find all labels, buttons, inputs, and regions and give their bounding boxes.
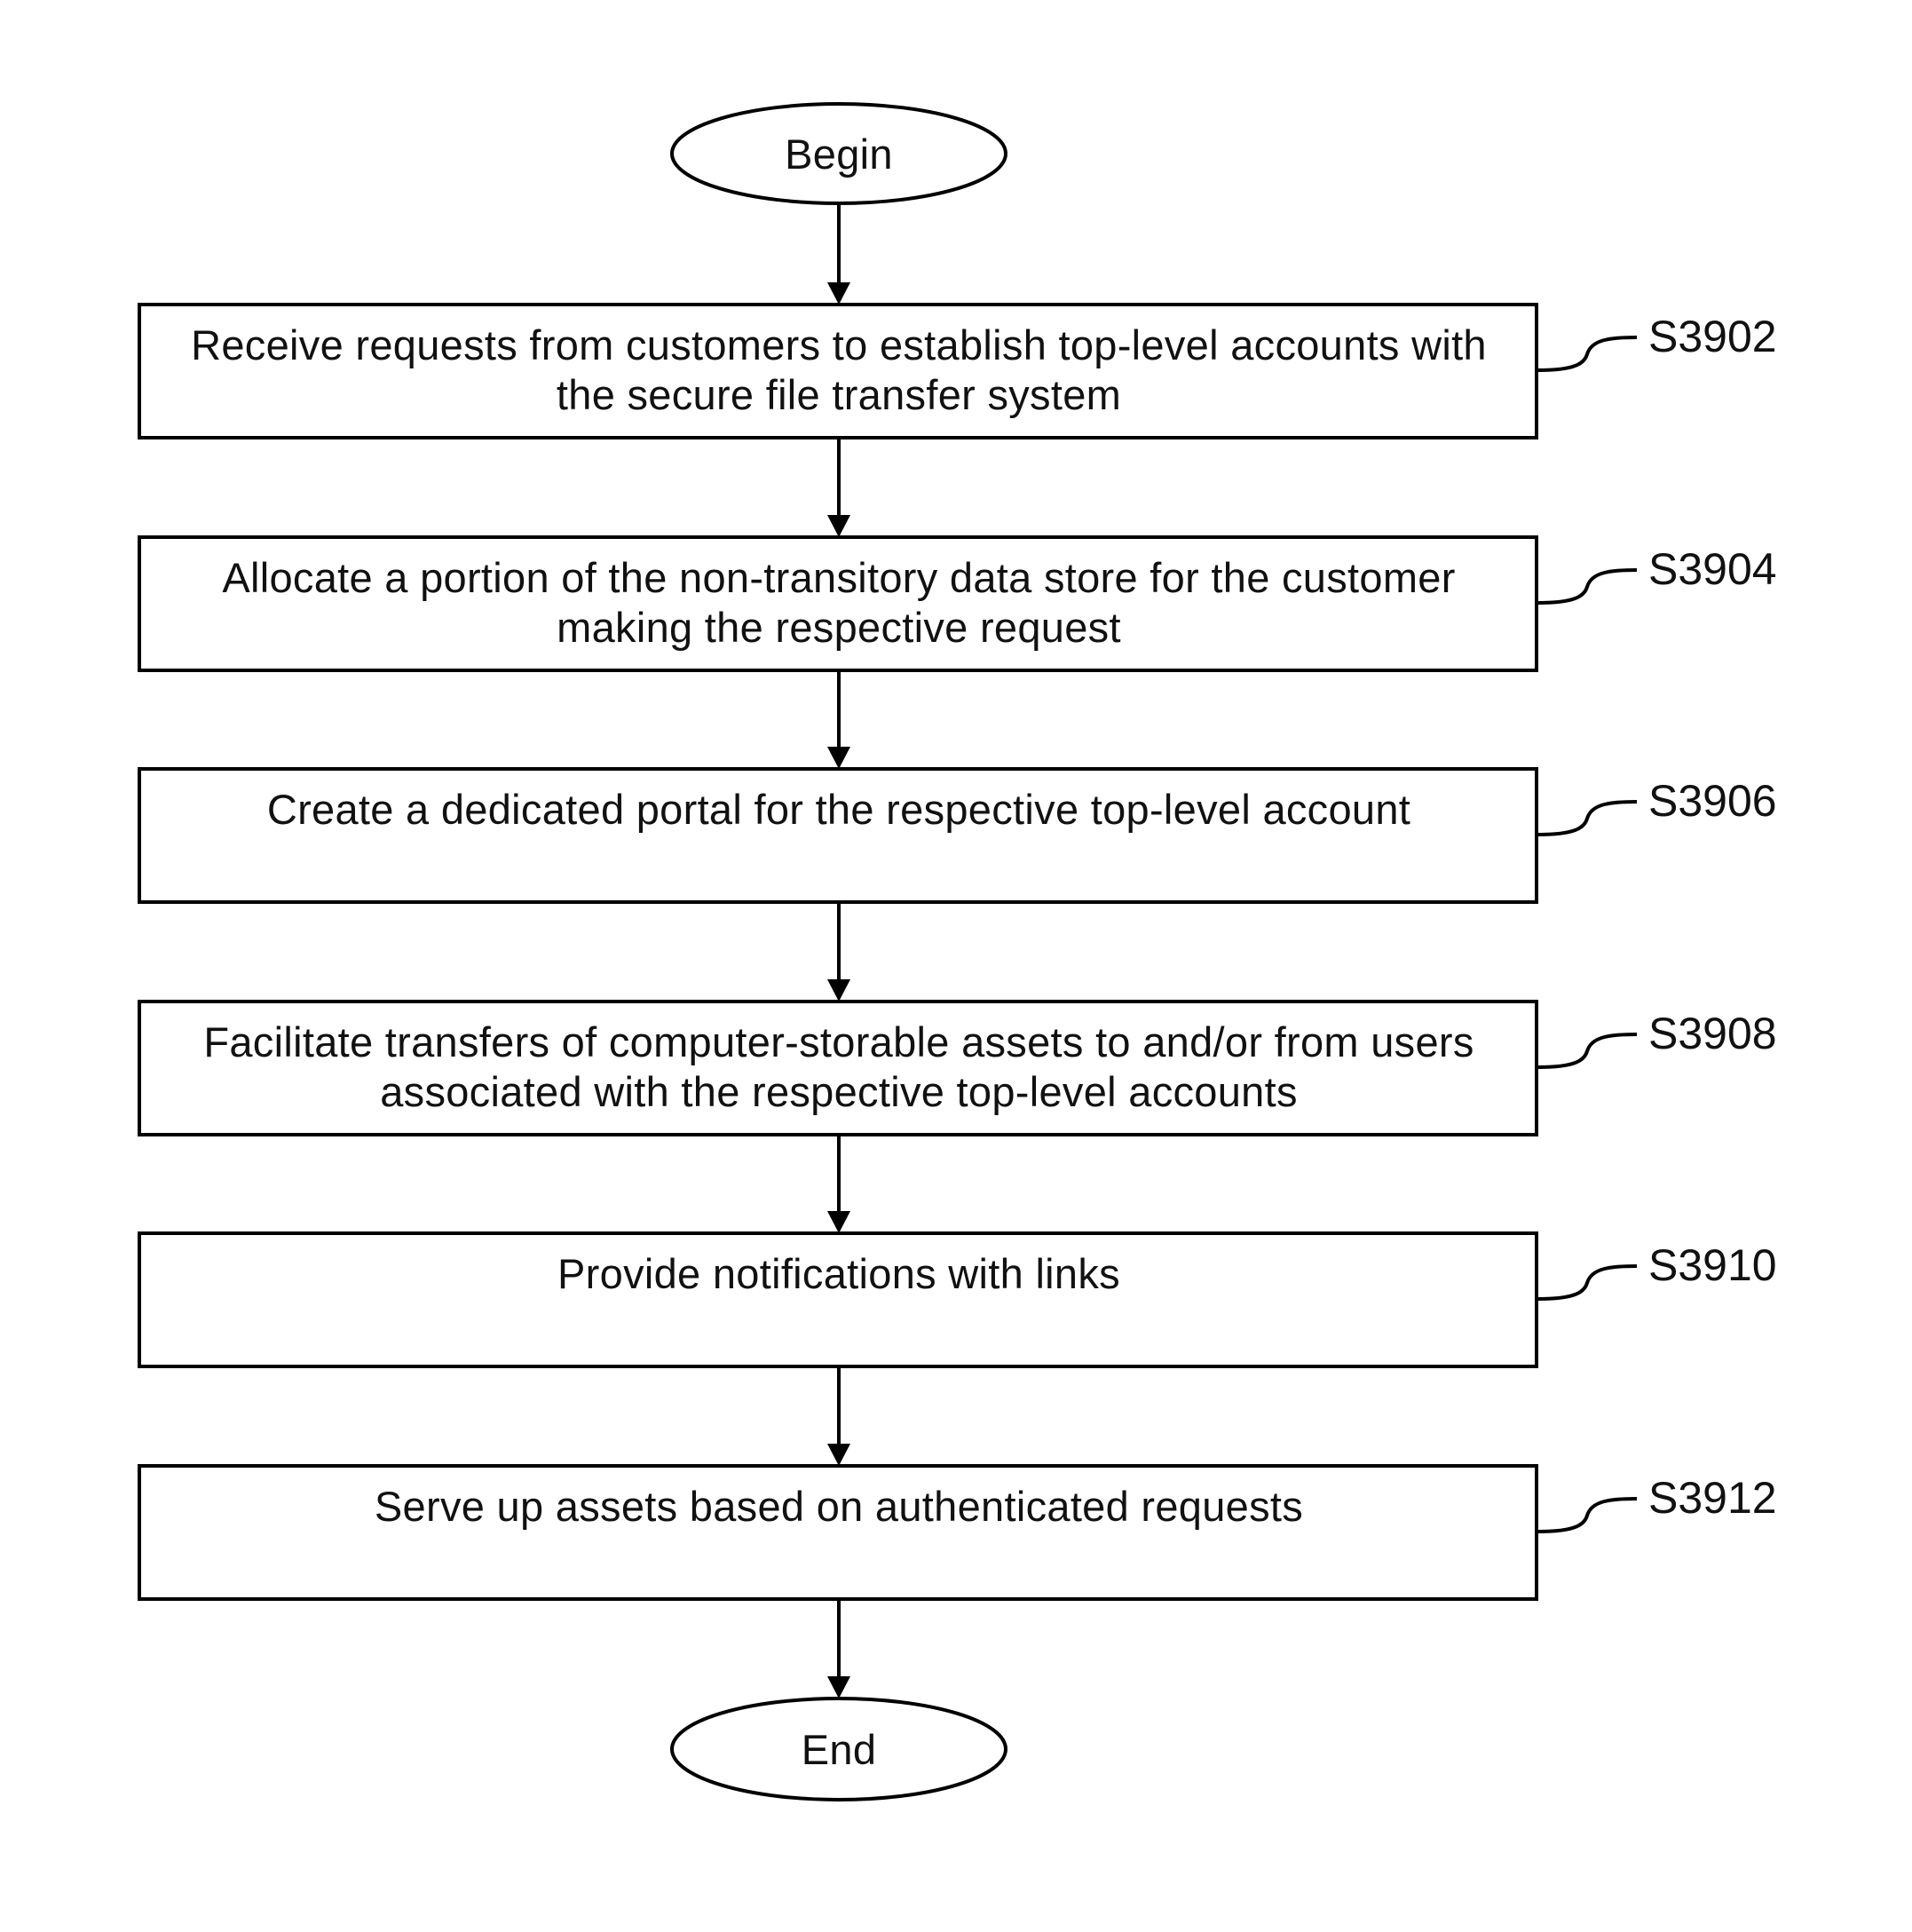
process-step: Create a dedicated portal for the respec… bbox=[138, 767, 1777, 904]
begin-label: Begin bbox=[785, 131, 893, 178]
process-text-line: Provide notifications with links bbox=[557, 1250, 1120, 1297]
label-leader-line bbox=[1537, 1497, 1638, 1533]
flow-arrow bbox=[827, 1135, 850, 1233]
flowchart-diagram: Begin Receive requests from customers to… bbox=[138, 102, 1777, 1801]
label-leader-line bbox=[1537, 800, 1638, 836]
process-steps: Receive requests from customers to estab… bbox=[138, 303, 1777, 1601]
process-text-line: Serve up assets based on authenticated r… bbox=[375, 1483, 1303, 1530]
step-reference-label: S3908 bbox=[1648, 1009, 1777, 1058]
process-text-line: Receive requests from customers to estab… bbox=[191, 321, 1487, 368]
flow-arrow bbox=[827, 902, 850, 1002]
flow-arrow bbox=[827, 438, 850, 537]
end-label: End bbox=[802, 1726, 877, 1773]
process-text-line: associated with the respective top-level… bbox=[380, 1068, 1298, 1115]
process-step: Serve up assets based on authenticated r… bbox=[138, 1464, 1777, 1601]
step-reference-label: S3906 bbox=[1648, 776, 1777, 826]
process-step: Provide notifications with links S3910 bbox=[138, 1231, 1777, 1368]
process-step: Facilitate transfers of computer-storabl… bbox=[138, 1000, 1777, 1136]
flow-arrow bbox=[827, 203, 850, 305]
process-text-line: Allocate a portion of the non-transitory… bbox=[222, 554, 1455, 601]
process-text-line: the secure file transfer system bbox=[557, 371, 1121, 418]
step-reference-label: S3904 bbox=[1648, 544, 1777, 594]
step-reference-label: S3902 bbox=[1648, 312, 1777, 361]
arrowhead-icon bbox=[827, 747, 850, 769]
flow-arrow bbox=[827, 670, 850, 769]
arrowhead-icon bbox=[827, 1211, 850, 1233]
process-step: Receive requests from customers to estab… bbox=[138, 303, 1777, 439]
end-terminal: End bbox=[670, 1697, 1007, 1801]
arrowhead-icon bbox=[827, 979, 850, 1002]
arrowhead-icon bbox=[827, 515, 850, 537]
step-reference-label: S3912 bbox=[1648, 1473, 1777, 1523]
flow-arrow bbox=[827, 1366, 850, 1466]
arrowhead-icon bbox=[827, 1444, 850, 1466]
process-text-line: making the respective request bbox=[557, 604, 1121, 651]
arrowhead-icon bbox=[827, 1676, 850, 1698]
flow-arrow bbox=[827, 1599, 850, 1698]
arrowhead-icon bbox=[827, 282, 850, 305]
process-text-line: Create a dedicated portal for the respec… bbox=[267, 786, 1410, 833]
label-leader-line bbox=[1537, 336, 1638, 372]
process-text-line: Facilitate transfers of computer-storabl… bbox=[203, 1018, 1474, 1065]
label-leader-line bbox=[1537, 1264, 1638, 1301]
step-reference-label: S3910 bbox=[1648, 1240, 1777, 1290]
label-leader-line bbox=[1537, 1033, 1638, 1069]
process-step: Allocate a portion of the non-transitory… bbox=[138, 535, 1777, 672]
label-leader-line bbox=[1537, 568, 1638, 605]
begin-terminal: Begin bbox=[670, 102, 1007, 205]
